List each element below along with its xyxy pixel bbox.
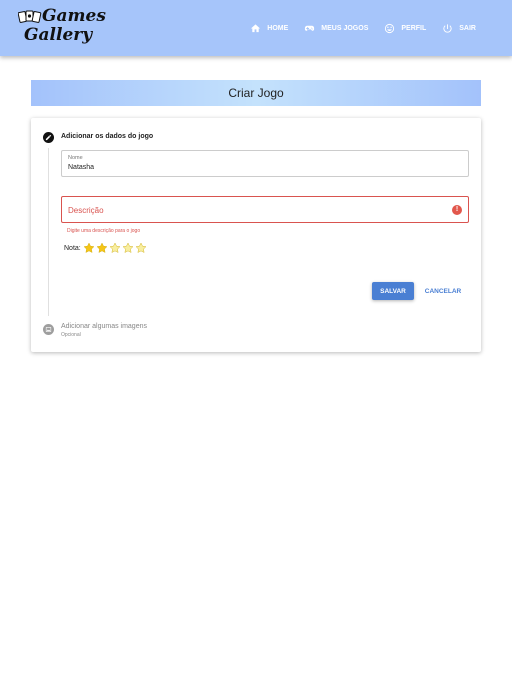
star-icon[interactable] (135, 242, 147, 254)
nav-menu: HOME MEUS JOGOS PERFIL SAIR (234, 20, 476, 36)
step2-subtitle: Opcional (61, 332, 81, 338)
playing-cards-icon (18, 10, 42, 23)
nav-meus-jogos[interactable]: MEUS JOGOS (304, 23, 368, 34)
home-icon (251, 23, 261, 32)
cancel-button[interactable]: CANCELAR (420, 282, 466, 300)
description-error-text: Digite uma descrição para o jogo (67, 228, 141, 234)
top-navbar: Games Gallery HOME MEUS JOGOS PERFIL SAI… (0, 0, 512, 56)
logo-line-1: Games (42, 6, 106, 26)
star-icon[interactable] (122, 242, 134, 254)
step-connector (48, 148, 49, 316)
error-icon: ! (452, 205, 462, 215)
step1-title[interactable]: Adicionar os dados do jogo (61, 133, 153, 140)
step2-title[interactable]: Adicionar algumas imagens (61, 323, 147, 330)
name-field-label: Nome (68, 155, 83, 161)
star-icon[interactable] (109, 242, 121, 254)
nav-sair[interactable]: SAIR (442, 23, 476, 34)
name-field-value[interactable]: Natasha (68, 164, 94, 171)
step2-indicator[interactable] (43, 324, 54, 335)
gamepad-icon (305, 25, 315, 31)
rating-label: Nota: (64, 244, 81, 252)
nav-meus-jogos-label: MEUS JOGOS (321, 24, 369, 32)
nav-perfil-label: PERFIL (401, 24, 427, 32)
star-icon[interactable] (83, 242, 95, 254)
description-field[interactable]: Descrição ! (61, 196, 469, 223)
nav-sair-label: SAIR (459, 24, 476, 32)
star-icon[interactable] (96, 242, 108, 254)
page-title: Criar Jogo (31, 80, 481, 106)
nav-home-label: HOME (267, 24, 289, 32)
pencil-icon (45, 134, 52, 141)
rating: Nota: (64, 242, 148, 254)
nav-home[interactable]: HOME (250, 23, 288, 34)
logo-line-2: Gallery (24, 25, 93, 45)
name-field[interactable]: Nome Natasha (61, 150, 469, 177)
step1-indicator[interactable] (43, 132, 54, 143)
description-placeholder: Descrição (68, 206, 104, 215)
nav-perfil[interactable]: PERFIL (384, 23, 426, 34)
save-button[interactable]: SALVAR (372, 282, 414, 300)
create-game-stepper: Adicionar os dados do jogo Nome Natasha … (31, 118, 481, 352)
games-gallery-logo[interactable]: Games Gallery (18, 7, 110, 51)
power-icon (443, 23, 452, 33)
smiley-icon (385, 23, 395, 33)
image-icon (45, 327, 52, 332)
logo-text: Games Gallery (24, 6, 106, 45)
